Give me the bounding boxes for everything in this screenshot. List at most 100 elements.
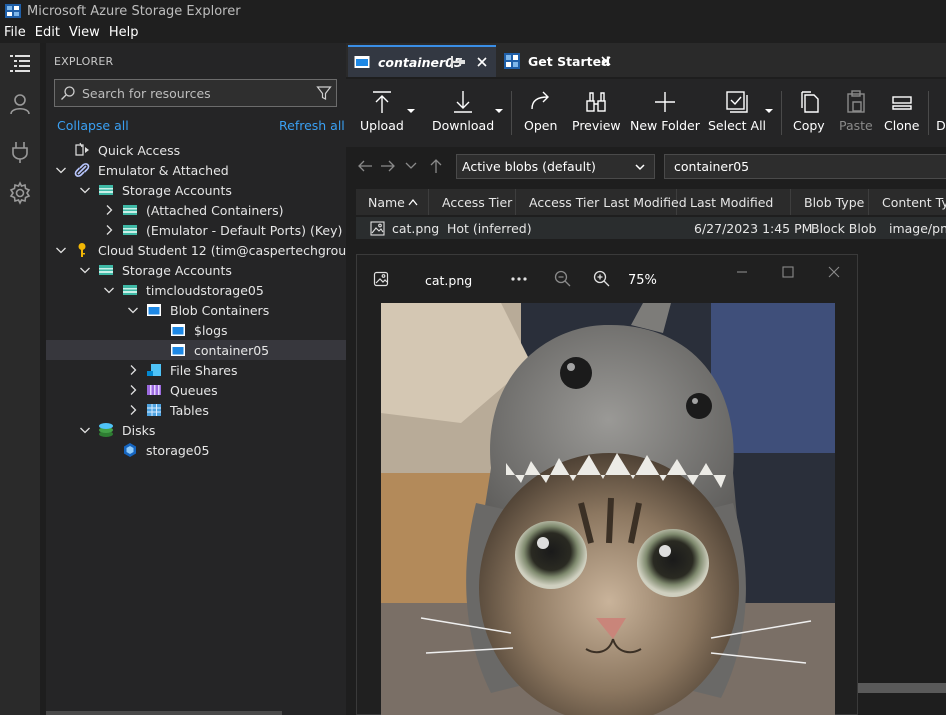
upload-button[interactable]: Upload <box>360 89 404 139</box>
upload-dropdown-icon[interactable] <box>406 107 416 115</box>
maximize-icon[interactable] <box>781 265 795 279</box>
chevron-down-icon[interactable] <box>403 158 419 174</box>
column-header-access-tier-last-modified[interactable]: Access Tier Last Modified <box>517 189 687 215</box>
storage-account-icon <box>98 262 114 278</box>
chevron-right-icon[interactable] <box>126 363 140 377</box>
clone-label: Clone <box>884 118 920 133</box>
chevron-right-icon[interactable] <box>102 223 116 237</box>
tree-item-disks[interactable]: Disks <box>46 420 346 440</box>
chevron-down-icon[interactable] <box>54 163 68 177</box>
tree-item-emulator-attached[interactable]: Emulator & Attached <box>46 160 346 180</box>
back-arrow-icon[interactable] <box>357 158 373 174</box>
download-dropdown-icon[interactable] <box>494 107 504 115</box>
menu-file[interactable]: File <box>0 25 31 40</box>
chevron-down-icon[interactable] <box>126 303 140 317</box>
tree-item-label: timcloudstorage05 <box>146 282 264 298</box>
select-all-dropdown-icon[interactable] <box>764 107 774 115</box>
search-input[interactable]: Search for resources <box>54 79 337 107</box>
grid-scrollbar-thumb[interactable] <box>856 683 946 693</box>
quick-access-icon <box>74 142 90 158</box>
select-all-label: Select All <box>708 118 767 133</box>
tree-item-storage-accounts[interactable]: Storage Accounts <box>46 180 346 200</box>
chevron-down-icon[interactable] <box>78 183 92 197</box>
menu-help[interactable]: Help <box>105 25 144 40</box>
tree-item-timcloudstorage05[interactable]: timcloudstorage05 <box>46 280 346 300</box>
refresh-all-link[interactable]: Refresh all <box>279 118 345 133</box>
tree-item-queues[interactable]: Queues <box>46 380 346 400</box>
preview-button[interactable]: Preview <box>572 89 621 139</box>
preview-label: Preview <box>572 118 621 133</box>
path-input[interactable]: container05 <box>664 154 946 179</box>
select-all-button[interactable]: Select All <box>708 89 766 139</box>
column-header-blob-type[interactable]: Blob Type <box>792 189 869 215</box>
paste-button[interactable]: Paste <box>839 89 873 139</box>
tab-container05[interactable]: container05 <box>348 45 496 77</box>
more-options-icon[interactable] <box>509 271 529 287</box>
zoom-in-icon[interactable] <box>593 270 610 287</box>
close-icon[interactable] <box>476 56 488 68</box>
truncated-toolbar-button[interactable]: D <box>936 89 946 139</box>
tree-item-blob-containers[interactable]: Blob Containers <box>46 300 346 320</box>
download-button[interactable]: Download <box>432 89 494 139</box>
blob-container-icon <box>170 322 186 338</box>
close-icon[interactable] <box>600 55 612 67</box>
minimize-icon[interactable] <box>735 265 749 279</box>
explorer-panel: EXPLORER Search for resources Collapse a… <box>46 43 346 715</box>
explorer-icon[interactable] <box>6 49 34 77</box>
zoom-level[interactable]: 75% <box>628 273 657 288</box>
up-arrow-icon[interactable] <box>428 158 444 174</box>
chevron-down-icon[interactable] <box>54 243 68 257</box>
clone-button[interactable]: Clone <box>884 89 919 139</box>
account-icon[interactable] <box>6 90 34 118</box>
gear-icon[interactable] <box>6 179 34 207</box>
paste-icon <box>847 90 865 113</box>
copy-icon <box>801 91 819 113</box>
cell-content-type: image/png <box>889 220 946 236</box>
forward-arrow-icon[interactable] <box>380 158 396 174</box>
tree-item-label: Queues <box>170 382 218 398</box>
chevron-down-icon[interactable] <box>78 423 92 437</box>
chevron-down-icon[interactable] <box>102 283 116 297</box>
tree-item-logs[interactable]: $logs <box>46 320 346 340</box>
title-bar: Microsoft Azure Storage Explorer <box>0 0 946 22</box>
column-header-name[interactable]: Name <box>356 189 429 215</box>
chevron-right-icon[interactable] <box>126 403 140 417</box>
tab-get-started[interactable]: Get Started <box>498 45 620 77</box>
blob-filter-select[interactable]: Active blobs (default) <box>456 154 655 179</box>
tree-item-cloud-student-12-tim-caspertechgrounds-on[interactable]: Cloud Student 12 (tim@caspertechgrounds.… <box>46 240 346 260</box>
storage-account-icon <box>122 222 138 238</box>
plug-icon[interactable] <box>6 138 34 166</box>
copy-button[interactable]: Copy <box>793 89 825 139</box>
explorer-horizontal-scrollbar[interactable] <box>46 711 282 715</box>
tree-item-file-shares[interactable]: File Shares <box>46 360 346 380</box>
chevron-right-icon[interactable] <box>102 203 116 217</box>
azure-storage-explorer-logo-icon <box>504 53 520 69</box>
tree-item-attached-containers[interactable]: (Attached Containers) <box>46 200 346 220</box>
blob-filter-value: Active blobs (default) <box>462 159 596 174</box>
menu-edit[interactable]: Edit <box>31 25 65 40</box>
chevron-right-icon[interactable] <box>126 383 140 397</box>
new-folder-label: New Folder <box>630 118 700 133</box>
column-header-last-modified[interactable]: Last Modified <box>678 189 791 215</box>
tree-item-storage05[interactable]: storage05 <box>46 440 346 460</box>
tree-item-tables[interactable]: Tables <box>46 400 346 420</box>
column-header-access-tier[interactable]: Access Tier <box>430 189 516 215</box>
tree-item-container05[interactable]: container05 <box>46 340 346 360</box>
menu-view[interactable]: View <box>65 25 105 40</box>
pin-icon[interactable] <box>450 55 466 69</box>
chevron-down-icon[interactable] <box>78 263 92 277</box>
zoom-out-icon[interactable] <box>554 270 571 287</box>
tree-item-quick-access[interactable]: Quick Access <box>46 140 346 160</box>
filter-icon[interactable] <box>316 85 332 101</box>
tree-item-storage-accounts[interactable]: Storage Accounts <box>46 260 346 280</box>
open-button[interactable]: Open <box>524 89 557 139</box>
collapse-all-link[interactable]: Collapse all <box>57 118 129 133</box>
close-icon[interactable] <box>827 265 841 279</box>
table-row[interactable]: cat.png Hot (inferred) 6/27/2023 1:45 PM… <box>356 217 946 239</box>
tree-item-label: Blob Containers <box>170 302 270 318</box>
tree-item-emulator-default-ports-key[interactable]: (Emulator - Default Ports) (Key) <box>46 220 346 240</box>
tree-item-label: File Shares <box>170 362 238 378</box>
toolbar: Upload Download Open Preview New Folder … <box>346 79 946 147</box>
column-header-content-type[interactable]: Content Typ <box>870 189 946 215</box>
new-folder-button[interactable]: New Folder <box>630 89 700 139</box>
